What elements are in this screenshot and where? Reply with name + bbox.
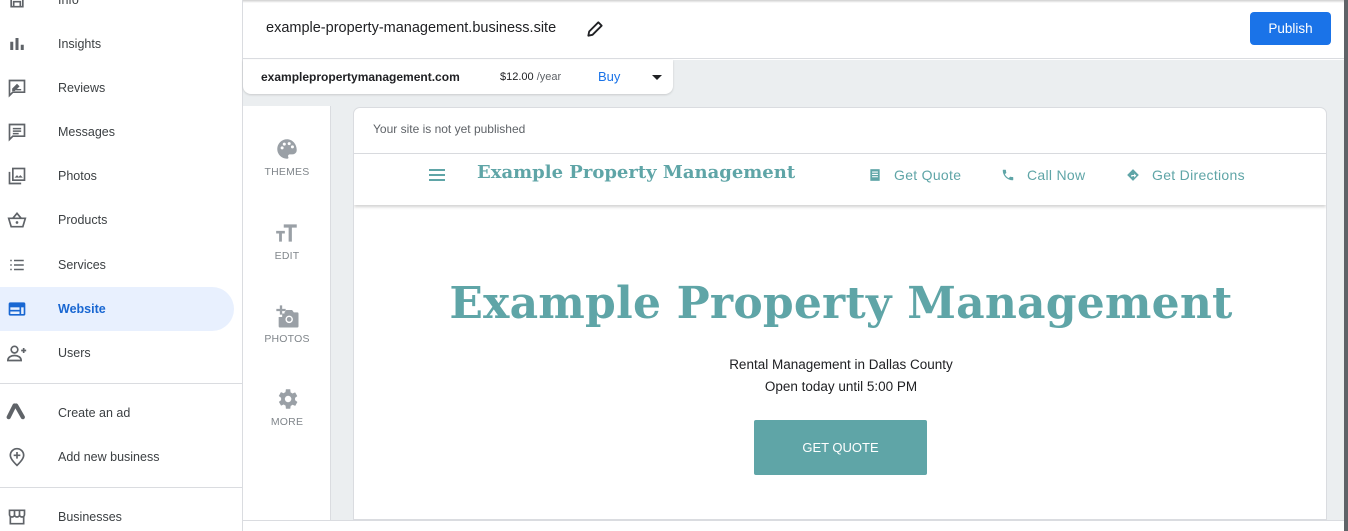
storefront-icon — [6, 0, 28, 11]
sidebar-divider — [0, 487, 242, 488]
bar-chart-icon — [6, 33, 28, 55]
tool-label: THEMES — [264, 166, 310, 178]
header-link-label: Call Now — [1027, 167, 1086, 183]
editor-workspace: examplepropertymanagement.com $12.00 /ye… — [243, 60, 1344, 531]
sidebar-item-label: Website — [58, 302, 106, 316]
header-link-get-directions[interactable]: Get Directions — [1126, 167, 1245, 183]
photo-library-icon — [6, 165, 28, 187]
sidebar-item-add-business[interactable]: Add new business — [0, 435, 234, 479]
site-preview: Your site is not yet published Example P… — [353, 107, 1327, 520]
list-icon — [6, 254, 28, 276]
text-fields-icon — [274, 220, 300, 246]
window-edge — [1344, 0, 1348, 531]
sidebar-item-users[interactable]: Users — [0, 331, 234, 375]
edit-url-pencil-icon[interactable] — [585, 19, 605, 39]
domain-name: examplepropertymanagement.com — [261, 70, 460, 84]
sidebar-item-reviews[interactable]: Reviews — [0, 66, 234, 110]
domain-price: $12.00 /year — [500, 71, 561, 83]
price-period: /year — [536, 71, 562, 83]
sidebar-item-services[interactable]: Services — [0, 243, 234, 287]
sidebar-item-create-ad[interactable]: Create an ad — [0, 391, 234, 435]
buy-domain-link[interactable]: Buy — [598, 69, 620, 84]
sidebar-item-label: Services — [58, 258, 106, 272]
person-add-icon — [6, 342, 28, 364]
site-header: Example Property Management Get Quote Ca… — [354, 154, 1326, 205]
header-link-label: Get Quote — [894, 167, 962, 183]
sidebar-item-label: Businesses — [58, 510, 122, 524]
tool-label: MORE — [270, 416, 304, 428]
sidebar: Info Insights Reviews Messages Photos Pr… — [0, 0, 243, 531]
sidebar-divider — [0, 383, 242, 384]
tool-photos[interactable]: PHOTOS — [243, 303, 331, 373]
add-photo-icon — [274, 303, 300, 329]
sidebar-item-label: Users — [58, 346, 91, 360]
sidebar-item-label: Messages — [58, 125, 115, 139]
top-bar: example-property-management.business.sit… — [243, 0, 1344, 59]
app-window: Info Insights Reviews Messages Photos Pr… — [0, 0, 1348, 531]
sidebar-item-info[interactable]: Info — [0, 0, 234, 22]
sidebar-item-photos[interactable]: Photos — [0, 154, 234, 198]
get-quote-button[interactable]: GET QUOTE — [754, 420, 927, 475]
header-link-label: Get Directions — [1152, 167, 1245, 183]
sidebar-item-label: Products — [58, 213, 108, 227]
tool-edit[interactable]: EDIT — [243, 220, 331, 290]
site-brand[interactable]: Example Property Management — [477, 162, 795, 183]
sidebar-item-label: Add new business — [58, 450, 160, 464]
header-link-call-now[interactable]: Call Now — [1001, 167, 1085, 183]
google-ads-icon — [6, 402, 28, 424]
phone-icon — [1002, 169, 1014, 181]
top-shadow — [243, 0, 1344, 3]
tool-more[interactable]: MORE — [243, 386, 331, 456]
chevron-down-icon[interactable] — [652, 75, 662, 80]
unpublished-notice: Your site is not yet published — [373, 122, 526, 136]
sidebar-item-website[interactable]: Website — [0, 287, 234, 331]
domain-offer-bar: examplepropertymanagement.com $12.00 /ye… — [243, 60, 673, 94]
tool-label: PHOTOS — [264, 333, 310, 345]
rate-review-icon — [6, 77, 28, 99]
sidebar-item-label: Insights — [58, 37, 102, 51]
sidebar-item-messages[interactable]: Messages — [0, 110, 234, 154]
sidebar-item-insights[interactable]: Insights — [0, 22, 234, 66]
header-link-get-quote[interactable]: Get Quote — [868, 167, 961, 183]
add-location-icon — [6, 446, 28, 468]
tool-label: EDIT — [274, 250, 300, 262]
directions-icon — [1127, 169, 1139, 181]
price-value: $12.00 — [500, 71, 534, 83]
receipt-icon — [870, 169, 880, 181]
web-icon — [6, 298, 28, 320]
sidebar-item-label: Create an ad — [58, 406, 131, 420]
chat-icon — [6, 121, 28, 143]
workspace-bottom-strip — [243, 521, 1344, 531]
editor-tools-panel: THEMES EDIT PHOTOS MORE — [243, 106, 331, 520]
business-hours: Open today until 5:00 PM — [764, 379, 918, 394]
publish-button[interactable]: Publish — [1250, 12, 1331, 45]
shopping-basket-icon — [6, 209, 28, 231]
sidebar-item-businesses[interactable]: Businesses — [0, 495, 234, 531]
store-icon — [6, 506, 28, 528]
tool-themes[interactable]: THEMES — [243, 136, 331, 206]
palette-icon — [274, 136, 300, 162]
hero-title: Example Property Management — [449, 278, 1233, 329]
sidebar-item-label: Photos — [58, 169, 97, 183]
menu-icon[interactable] — [429, 169, 445, 181]
hero-subtitle: Rental Management in Dallas County — [729, 357, 953, 372]
settings-icon — [274, 386, 300, 412]
sidebar-item-label: Reviews — [58, 81, 106, 95]
site-url: example-property-management.business.sit… — [266, 20, 557, 36]
sidebar-item-products[interactable]: Products — [0, 198, 234, 242]
sidebar-item-label: Info — [58, 0, 79, 7]
